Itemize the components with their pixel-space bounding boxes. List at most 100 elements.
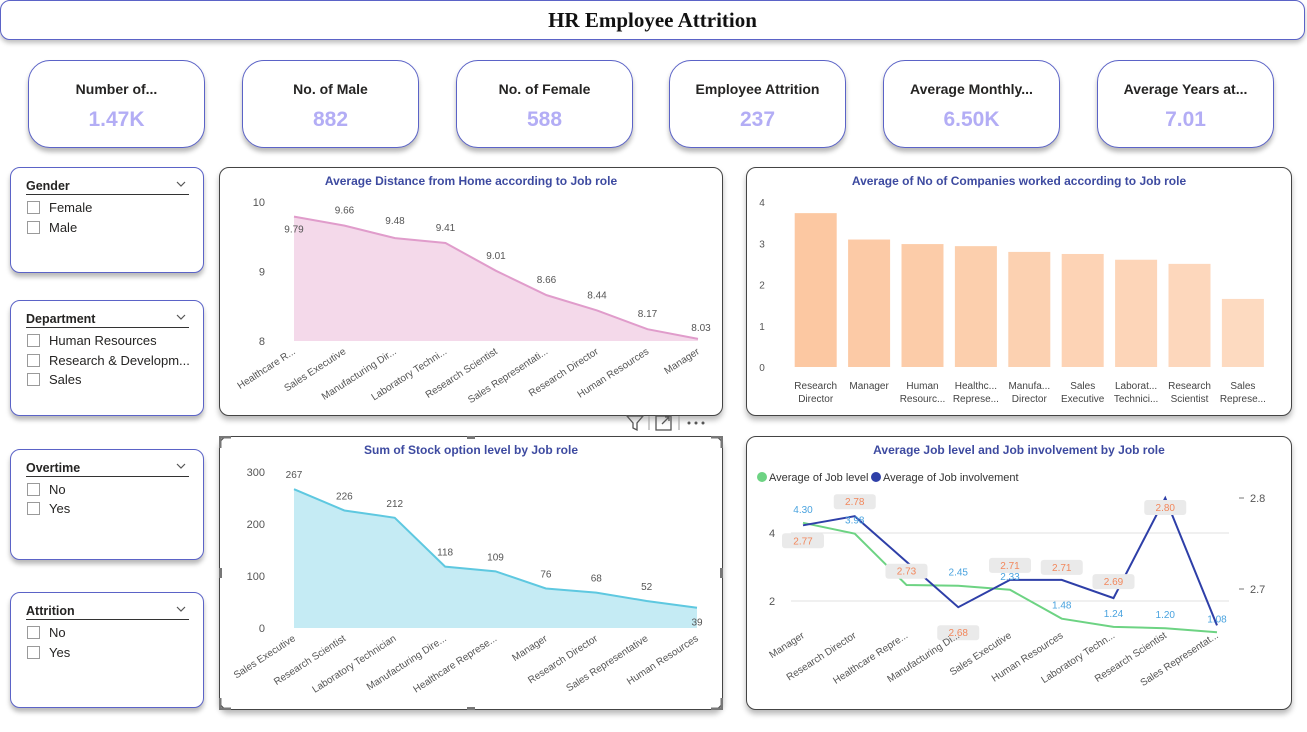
checkbox[interactable]	[27, 200, 40, 214]
data-label: 9.01	[486, 251, 506, 262]
checkbox[interactable]	[27, 645, 40, 659]
option-label: No	[49, 624, 66, 640]
x-tick-label: Resourc...	[900, 394, 946, 405]
slicer-title: Department	[26, 312, 96, 326]
y-tick-label: 0	[259, 623, 265, 635]
data-label: 109	[487, 552, 504, 563]
y-tick-label: 100	[247, 571, 265, 583]
kpi-card-employees[interactable]: Number of... 1.47K	[28, 60, 205, 148]
data-label: 9.66	[335, 206, 355, 217]
y-tick-label: 10	[253, 197, 265, 209]
data-label: 1.20	[1156, 610, 1176, 621]
kpi-card-male[interactable]: No. of Male 882	[242, 60, 419, 148]
checkbox[interactable]	[27, 372, 40, 386]
data-label: 68	[591, 574, 603, 585]
data-label: 39	[691, 618, 703, 629]
page-title: HR Employee Attrition	[548, 7, 757, 32]
more-options-icon[interactable]	[682, 413, 710, 433]
x-tick-label: Healthc...	[955, 381, 997, 392]
slicer-department[interactable]: Department Human Resources Research & De…	[10, 300, 204, 416]
x-tick-label: Healthcare Represe...	[412, 633, 500, 695]
slicer-option[interactable]: No	[27, 623, 66, 641]
bar	[1221, 298, 1264, 367]
slicer-overtime[interactable]: Overtime No Yes	[10, 449, 204, 560]
slicer-option[interactable]: No	[27, 480, 66, 498]
chevron-down-icon[interactable]	[175, 178, 187, 190]
companies-chart-card[interactable]: Average of No of Companies worked accord…	[746, 167, 1292, 416]
data-label: 1.24	[1104, 609, 1124, 620]
kpi-value: 1.47K	[88, 108, 145, 131]
data-label: 2.33	[1000, 572, 1020, 583]
data-label: 2.77	[793, 536, 813, 547]
data-label: 1.48	[1052, 601, 1072, 612]
data-label: 2.71	[1000, 561, 1020, 572]
stock-chart-card[interactable]: Sum of Stock option level by Job role 01…	[219, 436, 723, 710]
chart-svg: 8 9 10 9.79 9.66 9.48 9.41 9.01 8.66 8.44 8.17 8.03…	[236, 197, 711, 406]
x-tick-label: Technici...	[1114, 394, 1158, 405]
kpi-card-years-at-company[interactable]: Average Years at... 7.01	[1097, 60, 1274, 148]
filter-icon[interactable]	[624, 413, 646, 433]
chevron-down-icon[interactable]	[175, 603, 187, 615]
checkbox[interactable]	[27, 625, 40, 639]
slicer-header[interactable]: Gender	[26, 177, 189, 195]
slicer-title: Gender	[26, 179, 70, 193]
data-label: 2.78	[845, 497, 865, 508]
checkbox[interactable]	[27, 353, 40, 367]
x-tick-label: Manufa...	[1008, 381, 1050, 392]
data-label: 9.79	[284, 225, 304, 236]
slicer-header[interactable]: Department	[26, 310, 189, 328]
y-tick-label: 3	[759, 239, 765, 250]
kpi-card-monthly-income[interactable]: Average Monthly... 6.50K	[883, 60, 1060, 148]
distance-chart-card[interactable]: Average Distance from Home according to …	[219, 167, 723, 416]
option-label: Female	[49, 199, 93, 215]
slicer-option[interactable]: Research & Developm...	[27, 351, 190, 369]
joblevel-chart-card[interactable]: Average Job level and Job involvement by…	[746, 436, 1292, 710]
slicer-option[interactable]: Male	[27, 218, 77, 236]
slicer-gender[interactable]: Gender Female Male	[10, 167, 204, 273]
title-bar: HR Employee Attrition	[0, 0, 1305, 40]
slicer-option[interactable]: Female	[27, 198, 92, 216]
checkbox[interactable]	[27, 333, 40, 347]
data-label: 8.66	[537, 275, 557, 286]
bar	[901, 244, 944, 367]
x-tick-label: Sales	[1230, 381, 1255, 392]
checkbox[interactable]	[27, 482, 40, 496]
data-label: 9.48	[385, 216, 405, 227]
checkbox[interactable]	[27, 220, 40, 234]
y-tick-label: 4	[769, 528, 775, 540]
data-label: 1.08	[1207, 614, 1227, 625]
dashboard: HR Employee Attrition Number of... 1.47K…	[0, 0, 1307, 732]
data-label: 212	[386, 499, 403, 510]
slicer-header[interactable]: Overtime	[26, 459, 189, 477]
kpi-card-attrition[interactable]: Employee Attrition 237	[669, 60, 846, 148]
slicer-attrition[interactable]: Attrition No Yes	[10, 592, 204, 708]
data-label: 9.41	[436, 223, 456, 234]
bar	[848, 239, 891, 367]
bar	[1061, 253, 1104, 367]
area-fill	[294, 216, 698, 341]
slicer-option[interactable]: Yes	[27, 499, 70, 517]
slicer-header[interactable]: Attrition	[26, 602, 189, 620]
data-label: 8.17	[638, 309, 658, 320]
option-label: No	[49, 481, 66, 497]
data-label: 118	[437, 548, 453, 559]
y-tick-label: 200	[247, 519, 265, 531]
x-tick-label: Manager	[510, 633, 550, 664]
slicer-option[interactable]: Human Resources	[27, 331, 157, 349]
data-label: 8.44	[587, 290, 607, 301]
focus-mode-icon[interactable]	[652, 413, 676, 433]
kpi-value: 882	[312, 108, 349, 131]
legend-marker	[871, 472, 881, 482]
bar	[1008, 251, 1051, 367]
x-tick-label: Executive	[1061, 394, 1105, 405]
kpi-card-female[interactable]: No. of Female 588	[456, 60, 633, 148]
chevron-down-icon[interactable]	[175, 460, 187, 472]
x-tick-label: Human	[906, 381, 938, 392]
chart-svg: 0100200300 267226212118 10976 685239Sales E…	[232, 467, 703, 696]
data-label: 3.98	[845, 516, 865, 527]
slicer-option[interactable]: Sales	[27, 370, 82, 388]
slicer-option[interactable]: Yes	[27, 643, 70, 661]
chart-svg: 2 4 2.7 2.8 Average of Job level Average of J…	[757, 472, 1265, 689]
chevron-down-icon[interactable]	[175, 311, 187, 323]
checkbox[interactable]	[27, 501, 40, 515]
